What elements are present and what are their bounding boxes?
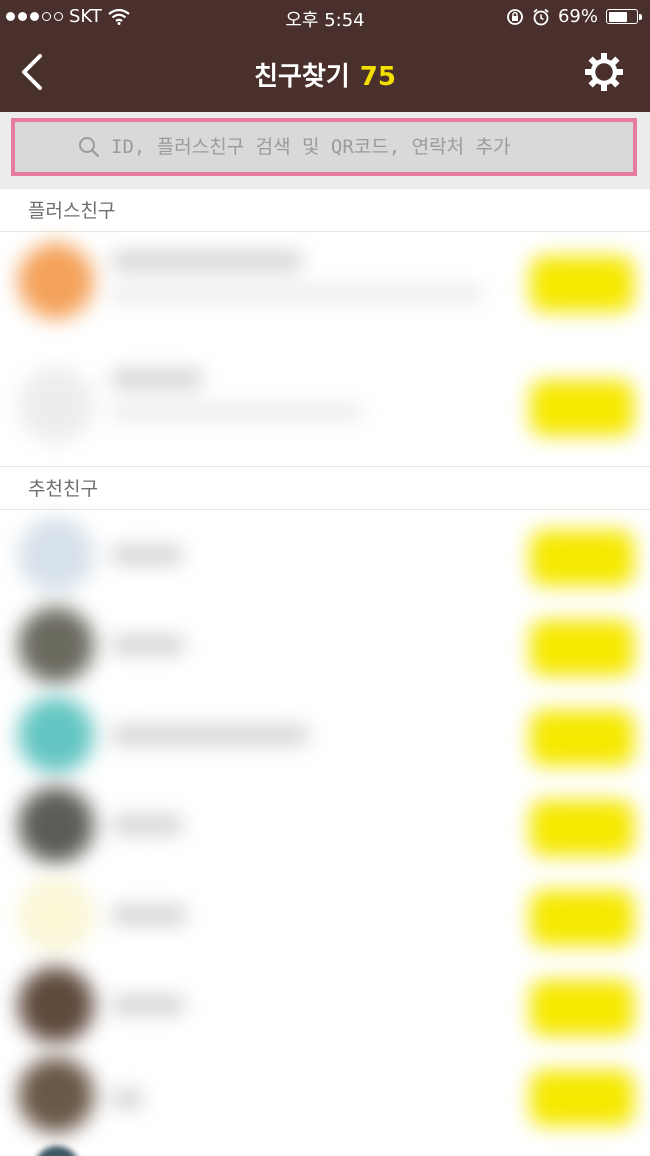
avatar [18,607,94,683]
row-name-placeholder [112,252,302,270]
page-title: 친구찾기 75 [0,56,650,93]
friend-count: 75 [359,62,396,92]
add-friend-button[interactable] [530,380,634,436]
battery-level-fill [608,11,628,22]
top-bar: SKT 오후 5:54 69% 친구찾기 75 [0,0,650,112]
row-name-placeholder [112,906,186,924]
row-name-placeholder [112,546,182,564]
list-item[interactable] [0,236,650,326]
list-item[interactable] [0,780,650,870]
section-title-plus-friends: 플러스친구 [0,188,650,232]
add-friend-button[interactable] [530,710,634,766]
search-area [0,112,650,188]
list-item[interactable] [0,600,650,690]
list-item-content [0,510,650,600]
alarm-icon [533,8,549,25]
list-item-content [0,236,650,326]
partial-avatar [34,1146,80,1156]
search-input[interactable] [111,136,571,158]
list-item-content [0,600,650,690]
add-friend-button[interactable] [530,256,634,312]
avatar [18,517,94,593]
add-friend-button[interactable] [530,620,634,676]
add-friend-button[interactable] [530,890,634,946]
avatar [18,1057,94,1133]
status-bar: SKT 오후 5:54 69% [0,0,650,36]
row-name-placeholder [112,726,308,744]
avatar [18,877,94,953]
row-name-placeholder [112,1090,142,1108]
status-right-group: 69% [506,6,642,27]
row-desc-placeholder [112,406,362,418]
add-friend-button[interactable] [530,1070,634,1126]
add-friend-button[interactable] [530,800,634,856]
avatar [18,697,94,773]
list-item[interactable] [0,870,650,960]
row-name-placeholder [112,996,184,1014]
list-item-content [0,690,650,780]
list-item[interactable] [0,510,650,600]
search-bar[interactable] [11,118,637,176]
page-title-text: 친구찾기 [254,62,350,92]
avatar [18,787,94,863]
avatar [18,367,94,443]
list-item-content [0,960,650,1050]
battery-icon [606,9,642,24]
row-name-placeholder [112,636,184,654]
list-item[interactable] [0,690,650,780]
nav-bar: 친구찾기 75 [0,36,650,112]
avatar [18,967,94,1043]
list-item-content [0,870,650,960]
rotation-lock-icon [507,8,523,25]
row-name-placeholder [112,370,202,388]
add-friend-button[interactable] [530,980,634,1036]
list-item-content [0,1050,650,1140]
avatar [18,243,94,319]
list-item-content [0,780,650,870]
search-icon [79,137,100,158]
list-item[interactable] [0,960,650,1050]
row-name-placeholder [112,816,182,834]
row-desc-placeholder [112,288,482,300]
list-item[interactable] [0,360,650,450]
list-item-content [0,360,650,450]
section-title-recommended: 추천친구 [0,466,650,510]
gear-icon[interactable] [582,50,626,94]
list-item[interactable] [0,1050,650,1140]
add-friend-button[interactable] [530,530,634,586]
battery-percent: 69% [557,6,598,27]
